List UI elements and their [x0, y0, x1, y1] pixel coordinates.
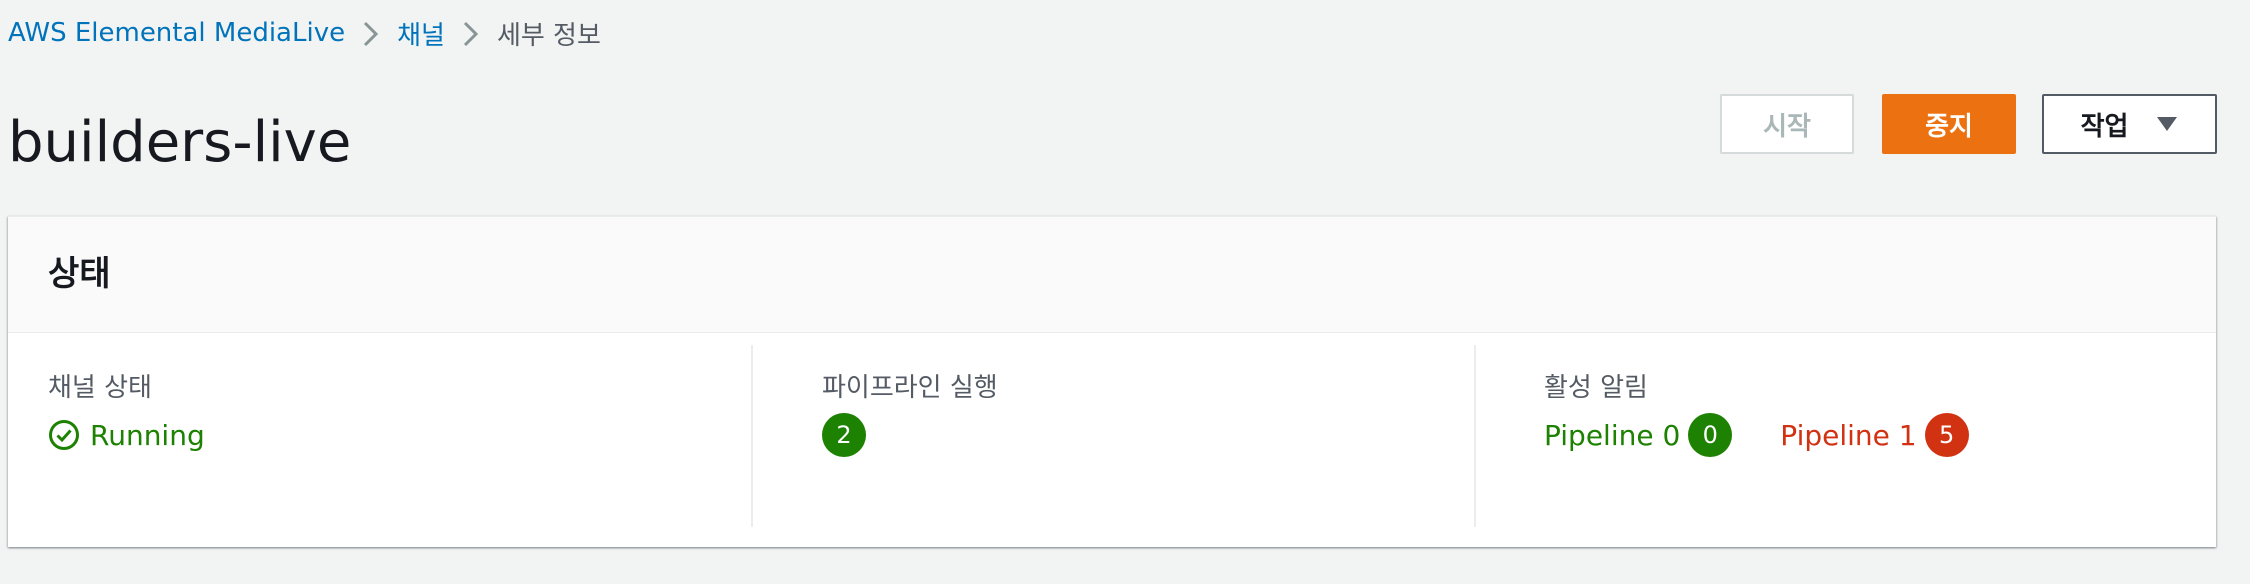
breadcrumb-current: 세부 정보 — [496, 20, 601, 51]
page-title: builders-live — [8, 110, 352, 175]
active-alarms-section: 활성 알림 Pipeline 0 0 Pipeline 1 5 — [1474, 345, 2218, 527]
start-button-label: 시작 — [1763, 111, 1811, 142]
pipelines-running-value: 2 — [822, 413, 866, 457]
stop-button[interactable]: 중지 — [1882, 94, 2016, 154]
pipelines-running-section: 파이프라인 실행 2 — [751, 345, 1475, 527]
pipeline-1-alarms-link[interactable]: Pipeline 1 5 — [1780, 413, 1969, 457]
actions-button-label: 작업 — [2080, 111, 2129, 142]
pipeline-1-alarm-count-badge: 5 — [1924, 413, 1969, 457]
channel-state-label: 채널 상태 — [48, 373, 152, 403]
active-alarms-value: Pipeline 0 0 Pipeline 1 5 — [1544, 413, 1969, 457]
breadcrumb-channels-link[interactable]: 채널 — [397, 15, 445, 52]
pipeline-1-label: Pipeline 1 — [1780, 418, 1917, 452]
active-alarms-label: 활성 알림 — [1544, 373, 1648, 403]
chevron-right-icon — [345, 14, 397, 52]
check-circle-icon — [48, 419, 80, 451]
start-button[interactable]: 시작 — [1720, 94, 1854, 154]
channel-state-section: 채널 상태 Running — [8, 345, 750, 527]
status-panel-title: 상태 — [48, 254, 111, 294]
status-panel: 상태 채널 상태 Running 파이프라인 실행 2 활성 알림 Pipeli… — [8, 216, 2216, 547]
breadcrumb: AWS Elemental MediaLive 채널 세부 정보 — [8, 14, 601, 52]
chevron-right-icon — [445, 14, 497, 52]
status-panel-header: 상태 — [8, 217, 2216, 333]
pipelines-running-count-badge: 2 — [822, 413, 866, 457]
actions-dropdown-button[interactable]: 작업 — [2042, 94, 2217, 154]
pipeline-0-label: Pipeline 0 — [1544, 418, 1681, 452]
stop-button-label: 중지 — [1925, 111, 1973, 142]
pipelines-running-label: 파이프라인 실행 — [822, 373, 998, 403]
caret-down-icon — [2156, 109, 2178, 139]
breadcrumb-medialive-link[interactable]: AWS Elemental MediaLive — [8, 18, 345, 48]
channel-state-value: Running — [48, 413, 205, 457]
pipeline-0-alarms-link[interactable]: Pipeline 0 0 — [1544, 413, 1733, 457]
channel-state-text: Running — [90, 418, 205, 452]
pipeline-0-alarm-count-badge: 0 — [1688, 413, 1733, 457]
